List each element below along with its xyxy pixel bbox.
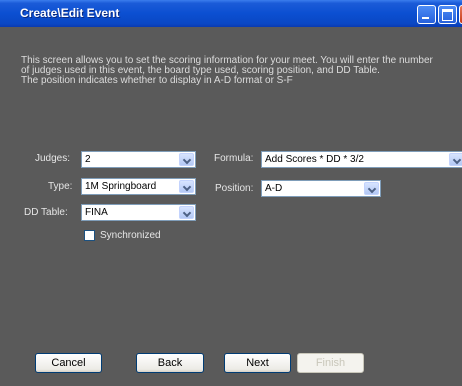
position-dropdown[interactable]: A-D [261, 180, 381, 197]
window-title: Create\Edit Event [20, 6, 120, 20]
formula-label: Formula: [214, 153, 254, 164]
synchronized-checkbox[interactable] [84, 230, 95, 241]
chevron-down-icon[interactable] [179, 153, 194, 166]
type-label: Type: [48, 181, 73, 192]
minimize-button[interactable] [417, 5, 436, 24]
type-value: 1M Springboard [85, 181, 157, 192]
chevron-down-icon[interactable] [449, 153, 462, 166]
formula-dropdown[interactable]: Add Scores * DD * 3/2 [261, 151, 462, 168]
back-button[interactable]: Back [136, 353, 204, 373]
chevron-down-icon[interactable] [179, 206, 194, 219]
dd-table-label: DD Table: [24, 207, 68, 218]
cancel-button[interactable]: Cancel [35, 353, 102, 373]
create-edit-event-window: Create\Edit Event This screen allows you… [0, 0, 462, 386]
instructions-line: The position indicates whether to displa… [21, 75, 293, 86]
next-button[interactable]: Next [224, 353, 291, 373]
judges-value: 2 [85, 154, 91, 165]
minimize-icon [422, 17, 429, 19]
chevron-down-icon[interactable] [179, 180, 194, 193]
judges-label: Judges: [35, 153, 71, 164]
type-dropdown[interactable]: 1M Springboard [81, 178, 196, 195]
title-bar[interactable]: Create\Edit Event [0, 0, 462, 27]
position-value: A-D [265, 183, 283, 194]
judges-dropdown[interactable]: 2 [81, 151, 196, 168]
maximize-icon [442, 9, 453, 21]
synchronized-label: Synchronized [100, 230, 161, 241]
dd-table-dropdown[interactable]: FINA [81, 204, 196, 221]
chevron-down-icon[interactable] [364, 182, 379, 195]
position-label: Position: [215, 183, 254, 194]
instructions-text: This screen allows you to set the scorin… [21, 56, 461, 86]
formula-value: Add Scores * DD * 3/2 [265, 154, 364, 165]
dd-table-value: FINA [85, 207, 108, 218]
finish-button[interactable]: Finish [297, 353, 364, 373]
maximize-button[interactable] [438, 5, 457, 24]
